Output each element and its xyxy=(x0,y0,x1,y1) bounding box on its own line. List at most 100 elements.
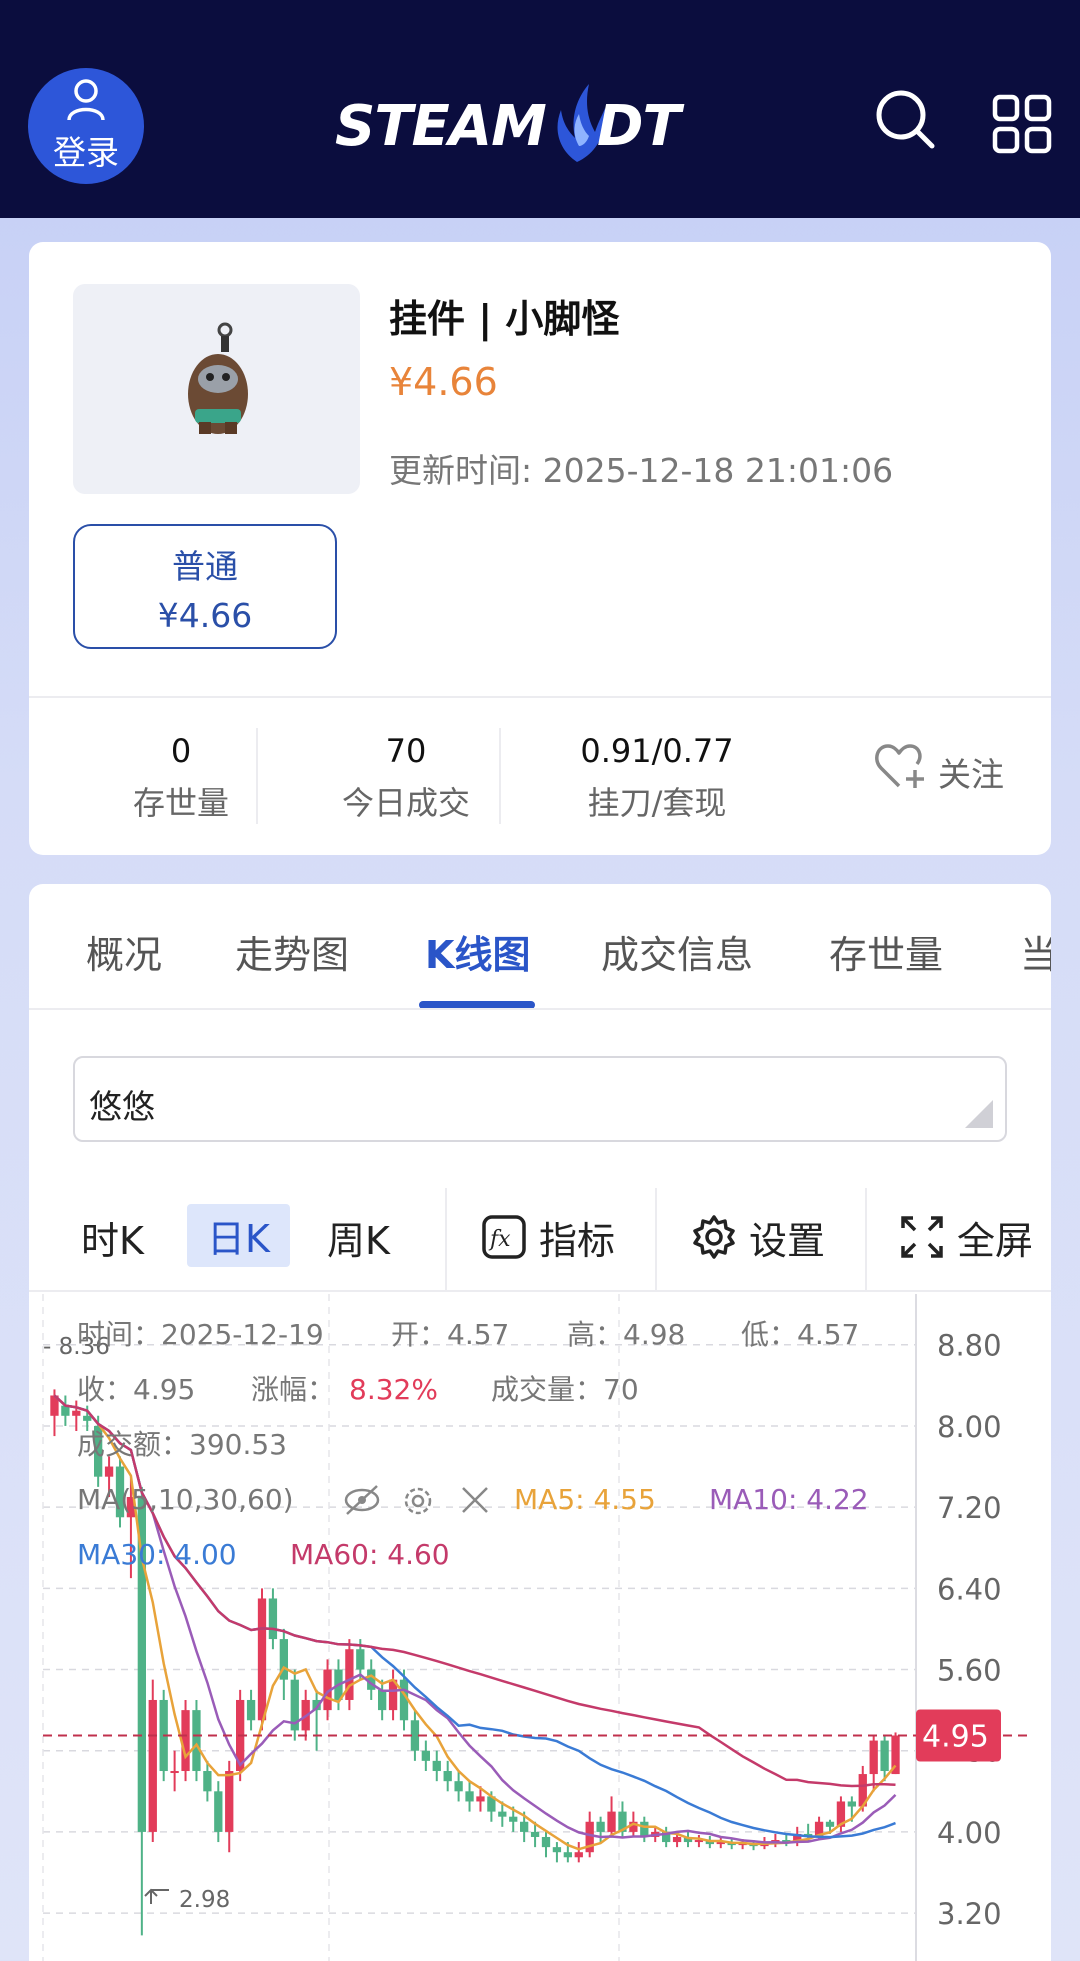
ma30-value: MA30: 4.00 xyxy=(77,1538,237,1571)
candle-body xyxy=(509,1816,518,1822)
info-low: 低：4.57 xyxy=(741,1318,859,1351)
y-tick-label: 4.00 xyxy=(937,1816,1002,1850)
ma10-line xyxy=(53,1394,897,1844)
candle-body xyxy=(454,1781,463,1792)
y-tick-label: 8.80 xyxy=(937,1329,1002,1363)
stat-value: 0 xyxy=(170,732,192,770)
logo-text-right: DT xyxy=(597,94,681,159)
logo-text-left: STEAM xyxy=(335,94,547,159)
y-tick-label: 8.00 xyxy=(937,1410,1002,1444)
tab-more[interactable]: 当 xyxy=(1020,924,1051,979)
candle-body xyxy=(148,1699,157,1832)
update-time: 更新时间: 2025-12-18 21:01:06 xyxy=(389,451,894,490)
y-tick-label: 5.60 xyxy=(937,1654,1002,1688)
hour-k-button[interactable]: 时K xyxy=(81,1210,144,1265)
tab-transactions[interactable]: 成交信息 xyxy=(601,924,753,979)
info-volume: 成交量：70 xyxy=(491,1373,639,1406)
search-button[interactable] xyxy=(874,88,936,154)
ma-params: MA(5,10,30,60) xyxy=(77,1483,294,1516)
dropdown-arrow-icon xyxy=(965,1100,993,1128)
candle-body xyxy=(476,1796,485,1802)
fullscreen-icon xyxy=(901,1216,943,1258)
candle-body xyxy=(410,1720,420,1751)
ma5-value: MA5: 4.55 xyxy=(514,1483,656,1516)
stat-supply: 0 存世量 xyxy=(81,732,281,824)
item-price: ¥4.66 xyxy=(389,360,498,404)
heart-plus-icon xyxy=(875,744,924,788)
item-info-card: 挂件 | 小脚怪 ¥4.66 更新时间: 2025-12-18 21:01:06… xyxy=(29,242,1051,855)
platform-select[interactable]: 悠悠 xyxy=(73,1056,1007,1142)
charm-figure-icon xyxy=(188,322,248,434)
settings-button[interactable]: 设置 xyxy=(749,1210,825,1265)
grade-name: 普通 xyxy=(172,547,238,586)
top-bar: 登录 STEAM DT xyxy=(0,0,1080,218)
stat-label: 今日成交 xyxy=(341,784,470,822)
fullscreen-button[interactable]: 全屏 xyxy=(957,1210,1033,1265)
candle-body xyxy=(170,1771,179,1774)
grade-price: ¥4.66 xyxy=(157,596,253,635)
y-tick-label: 7.20 xyxy=(937,1491,1002,1525)
kline-chart-area[interactable]: 8.808.007.206.405.604.804.003.204.95- 8.… xyxy=(29,1294,1051,1961)
item-title: 挂件 | 小脚怪 xyxy=(389,297,620,341)
candle-body xyxy=(203,1771,212,1792)
toolbar-divider xyxy=(865,1188,867,1292)
candle-body xyxy=(72,1410,81,1416)
info-time: 时间：2025-12-19 xyxy=(77,1318,324,1351)
search-icon xyxy=(876,90,935,149)
candle-body xyxy=(246,1699,256,1721)
candle-body xyxy=(257,1598,267,1721)
info-change-value: 8.32% xyxy=(349,1373,438,1406)
min-price-label: 2.98 xyxy=(179,1887,230,1913)
steamdt-logo[interactable]: STEAM DT xyxy=(335,80,685,170)
candle-body xyxy=(465,1791,474,1802)
candle-body xyxy=(869,1740,878,1775)
candle-body xyxy=(104,1466,114,1477)
stat-divider xyxy=(256,728,258,824)
stat-value: 0.91/0.77 xyxy=(580,732,734,770)
follow-label: 关注 xyxy=(938,755,1004,794)
candle-body xyxy=(443,1771,452,1782)
item-image xyxy=(73,284,360,494)
candle-body xyxy=(541,1836,551,1848)
visibility-eye-icon xyxy=(344,1485,380,1515)
candle-body xyxy=(356,1649,365,1670)
candle-body xyxy=(192,1710,201,1772)
candle-body xyxy=(563,1852,572,1858)
candle-body xyxy=(552,1847,562,1853)
kline-chart[interactable]: 8.808.007.206.405.604.804.003.204.95- 8.… xyxy=(29,1294,1051,1961)
ma60-value: MA60: 4.60 xyxy=(290,1538,450,1571)
candle-body xyxy=(225,1771,234,1832)
ma-close-icon xyxy=(462,1487,488,1513)
current-price-label: 4.95 xyxy=(922,1719,989,1754)
candle-body xyxy=(672,1836,682,1843)
info-close: 收：4.95 xyxy=(77,1373,195,1406)
candle-body xyxy=(520,1821,529,1832)
info-change-label: 涨幅： xyxy=(251,1373,335,1406)
candle-body xyxy=(825,1821,835,1827)
login-label: 登录 xyxy=(53,133,119,172)
stat-today-volume: 70 今日成交 xyxy=(291,732,521,824)
y-tick-label: 6.40 xyxy=(937,1572,1002,1606)
grade-option-button[interactable]: 普通 ¥4.66 xyxy=(73,524,337,649)
candle-body xyxy=(530,1831,540,1837)
ma10-value: MA10: 4.22 xyxy=(709,1483,869,1516)
tab-kline[interactable]: K线图 xyxy=(425,924,530,979)
kline-card: 概况 走势图 K线图 成交信息 存世量 当 悠悠 时K 日K 周K fx 指标 … xyxy=(29,884,1051,1961)
info-open: 开：4.57 xyxy=(391,1318,509,1351)
login-button[interactable]: 登录 xyxy=(28,68,144,184)
tab-supply[interactable]: 存世量 xyxy=(829,924,943,979)
candle-body xyxy=(607,1811,616,1832)
divider xyxy=(29,696,1051,698)
tab-trend[interactable]: 走势图 xyxy=(235,924,349,979)
day-k-button[interactable]: 日K xyxy=(187,1204,290,1267)
candle-body xyxy=(268,1598,278,1640)
week-k-button[interactable]: 周K xyxy=(327,1210,390,1265)
user-icon xyxy=(67,79,105,121)
indicators-button[interactable]: 指标 xyxy=(539,1210,615,1265)
menu-button[interactable] xyxy=(992,94,1052,158)
candle-body xyxy=(498,1811,507,1817)
stat-label: 存世量 xyxy=(132,784,229,822)
candle-body xyxy=(83,1415,92,1421)
stat-label: 挂刀/套现 xyxy=(587,784,727,822)
tab-overview[interactable]: 概况 xyxy=(86,924,162,979)
